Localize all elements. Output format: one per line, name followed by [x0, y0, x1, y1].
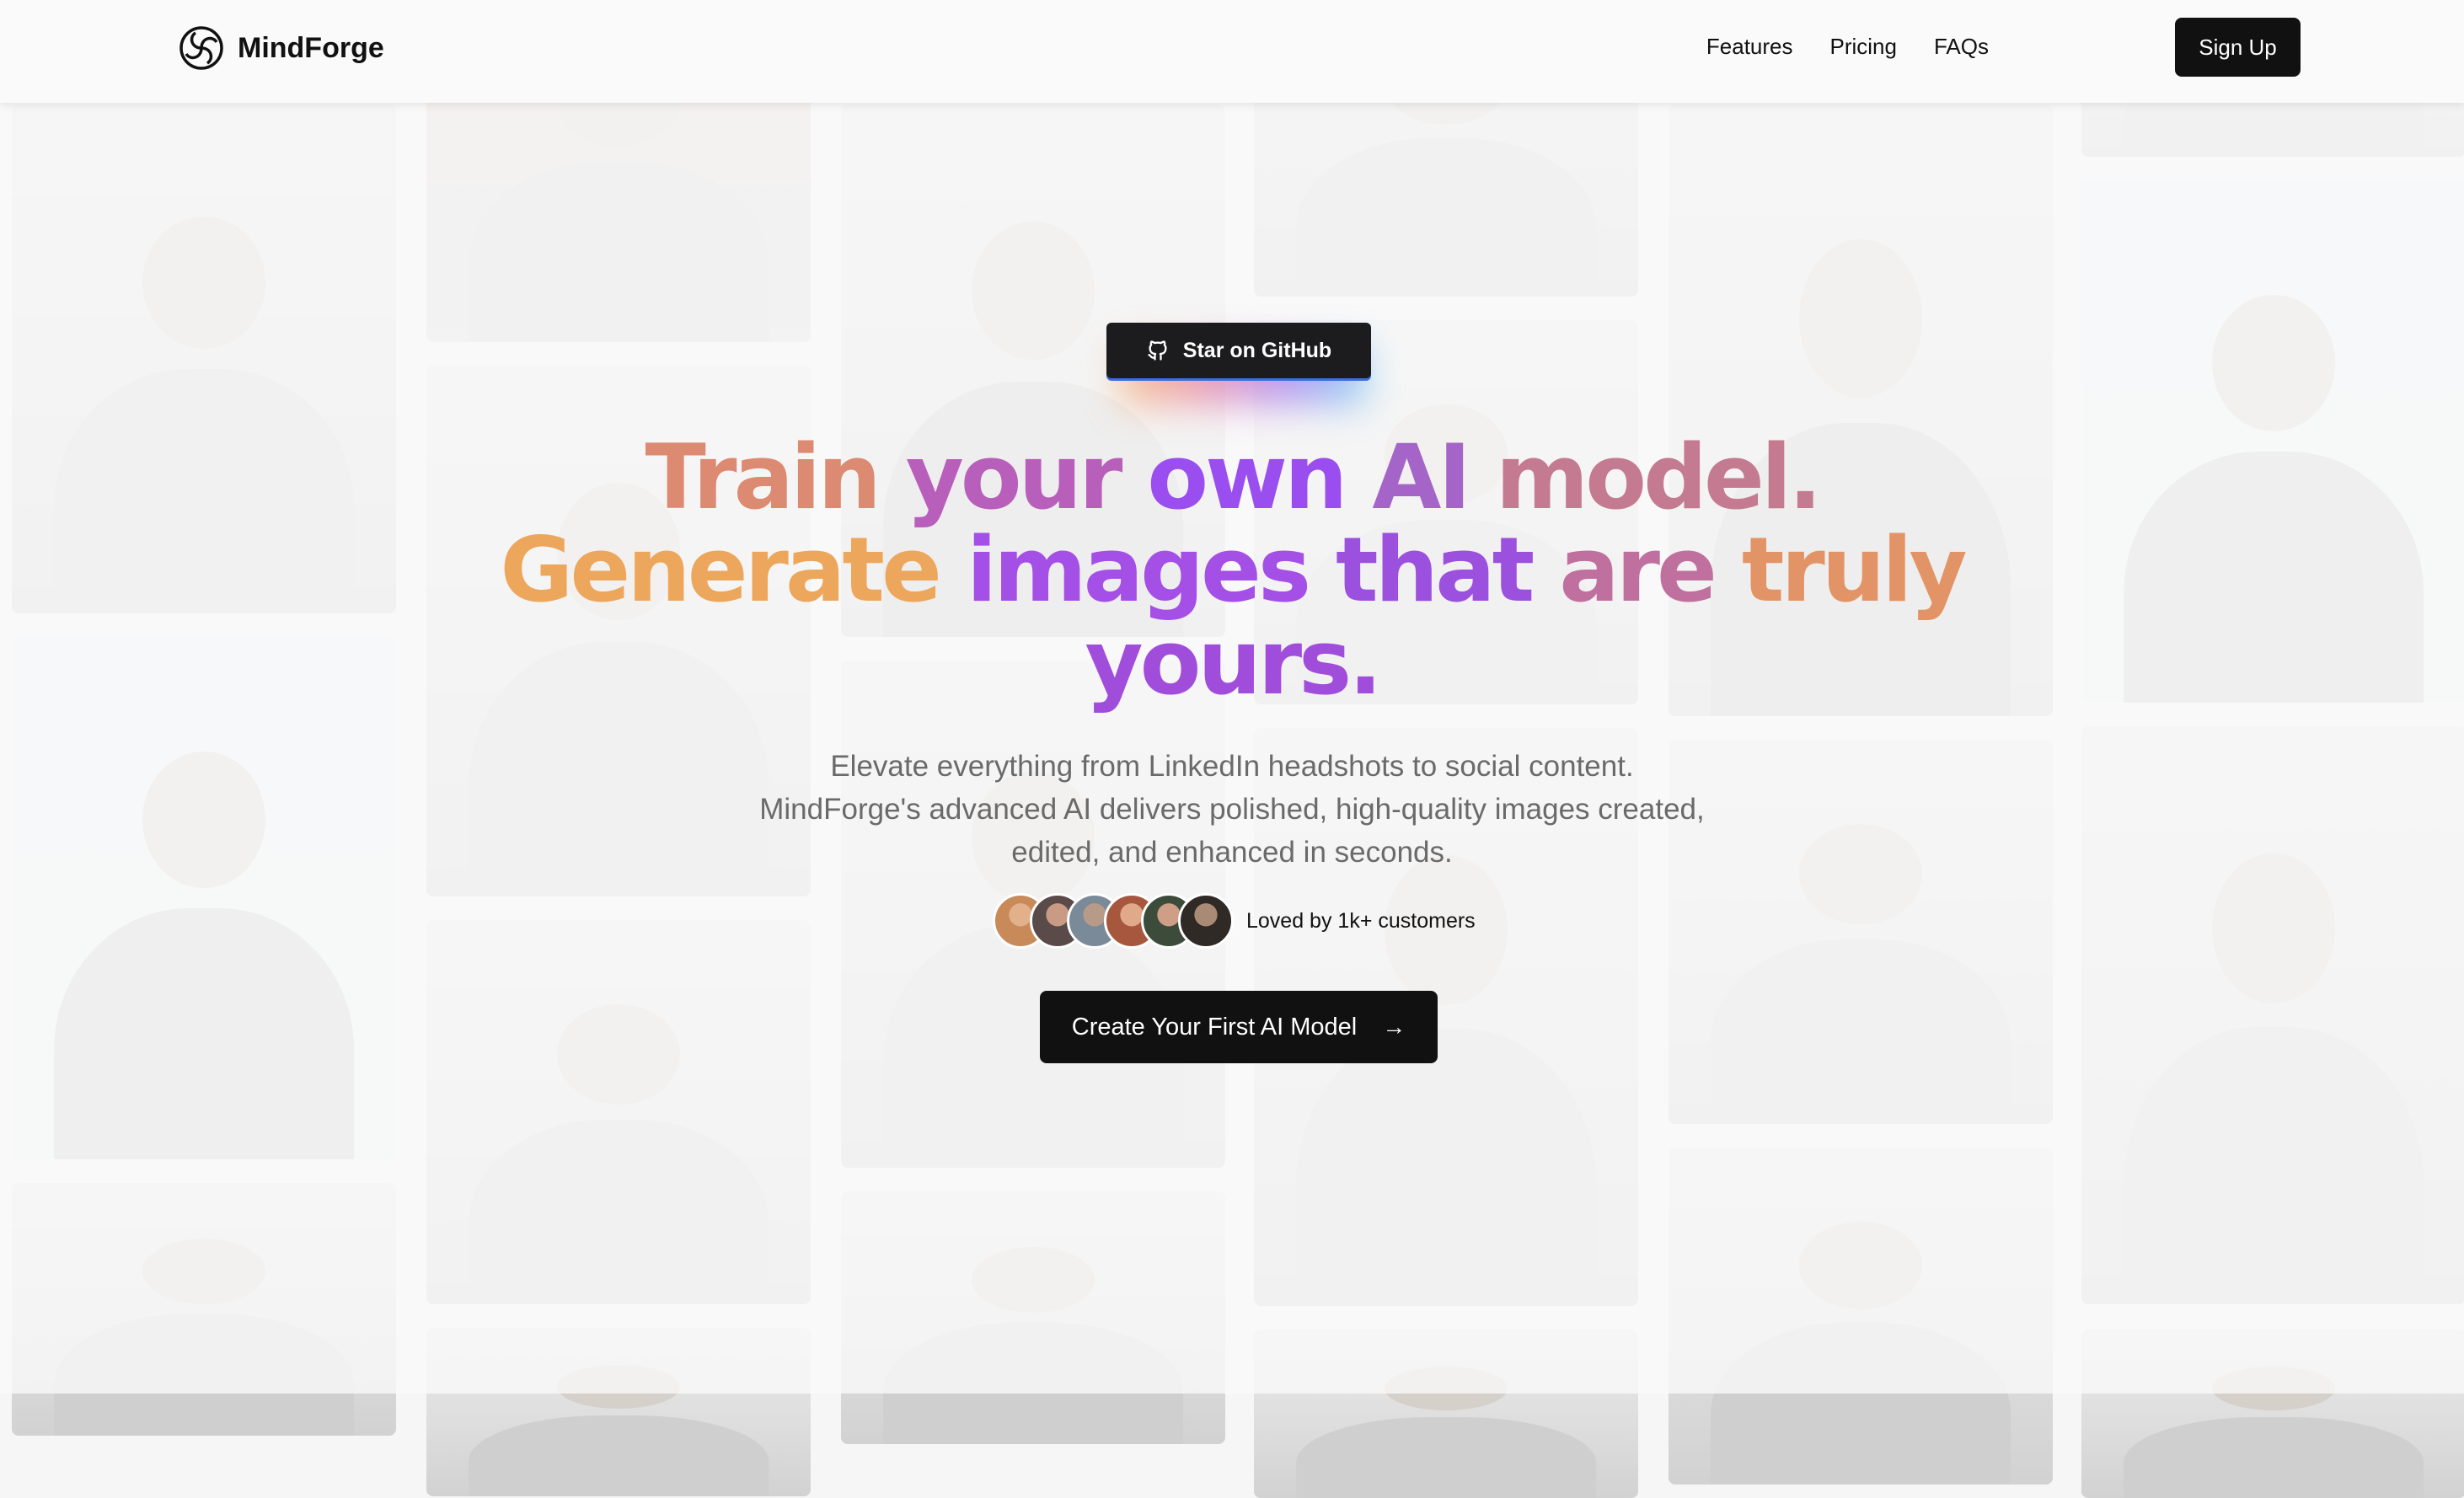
subtitle-line: Elevate everything from LinkedIn headsho…: [830, 750, 1634, 783]
customer-avatar-stack: [993, 893, 1234, 949]
nav-links: Features Pricing FAQs: [1669, 34, 1989, 60]
subtitle-line: MindForge's advanced AI delivers polishe…: [759, 793, 1705, 826]
social-proof-text: Loved by 1k+ customers: [1246, 909, 1476, 933]
headline-word: Generate: [500, 518, 942, 622]
brand-name: MindForge: [238, 31, 384, 64]
headline-word: images: [966, 518, 1311, 622]
headline-word: are: [1559, 518, 1717, 622]
hero-subtitle: Elevate everything from LinkedIn headsho…: [684, 745, 1780, 874]
cta-label: Create Your First AI Model: [1071, 1013, 1358, 1041]
headline-word: own: [1147, 425, 1347, 529]
headline-word: Train: [645, 425, 881, 529]
arrow-right-icon: →: [1382, 1014, 1406, 1040]
create-first-model-button[interactable]: Create Your First AI Model →: [1040, 991, 1438, 1063]
sign-up-button[interactable]: Sign Up: [2175, 18, 2301, 77]
headline-line-1: Train your own AI model.: [389, 431, 2075, 524]
nav-link-faqs[interactable]: FAQs: [1934, 34, 1989, 60]
nav-link-pricing[interactable]: Pricing: [1830, 34, 1897, 60]
avatar: [1178, 893, 1234, 949]
headline-word: truly: [1741, 518, 1968, 622]
brand-logo-link[interactable]: MindForge: [179, 25, 384, 71]
headline-word: model.: [1495, 425, 1823, 529]
github-icon: [1148, 340, 1167, 361]
headline-line-3: yours.: [389, 617, 2075, 709]
subtitle-line: edited, and enhanced in seconds.: [1011, 836, 1453, 869]
star-on-github-label: Star on GitHub: [1182, 338, 1332, 362]
headline-word: that: [1335, 518, 1535, 622]
top-navigation-bar: MindForge Features Pricing FAQs Sign Up: [0, 0, 2464, 103]
headline-word: yours.: [1085, 611, 1382, 714]
nav-link-features[interactable]: Features: [1706, 34, 1793, 60]
swirl-logo-icon: [179, 26, 223, 70]
headline-line-2: Generate images that are truly: [389, 524, 2075, 617]
star-on-github-button[interactable]: Star on GitHub: [1106, 323, 1371, 378]
headline-word: AI: [1372, 425, 1471, 529]
headline-word: your: [905, 425, 1123, 529]
hero-section: Star on GitHub Train your own AI model. …: [0, 0, 2464, 1394]
hero-headline: Train your own AI model. Generate images…: [389, 431, 2075, 709]
